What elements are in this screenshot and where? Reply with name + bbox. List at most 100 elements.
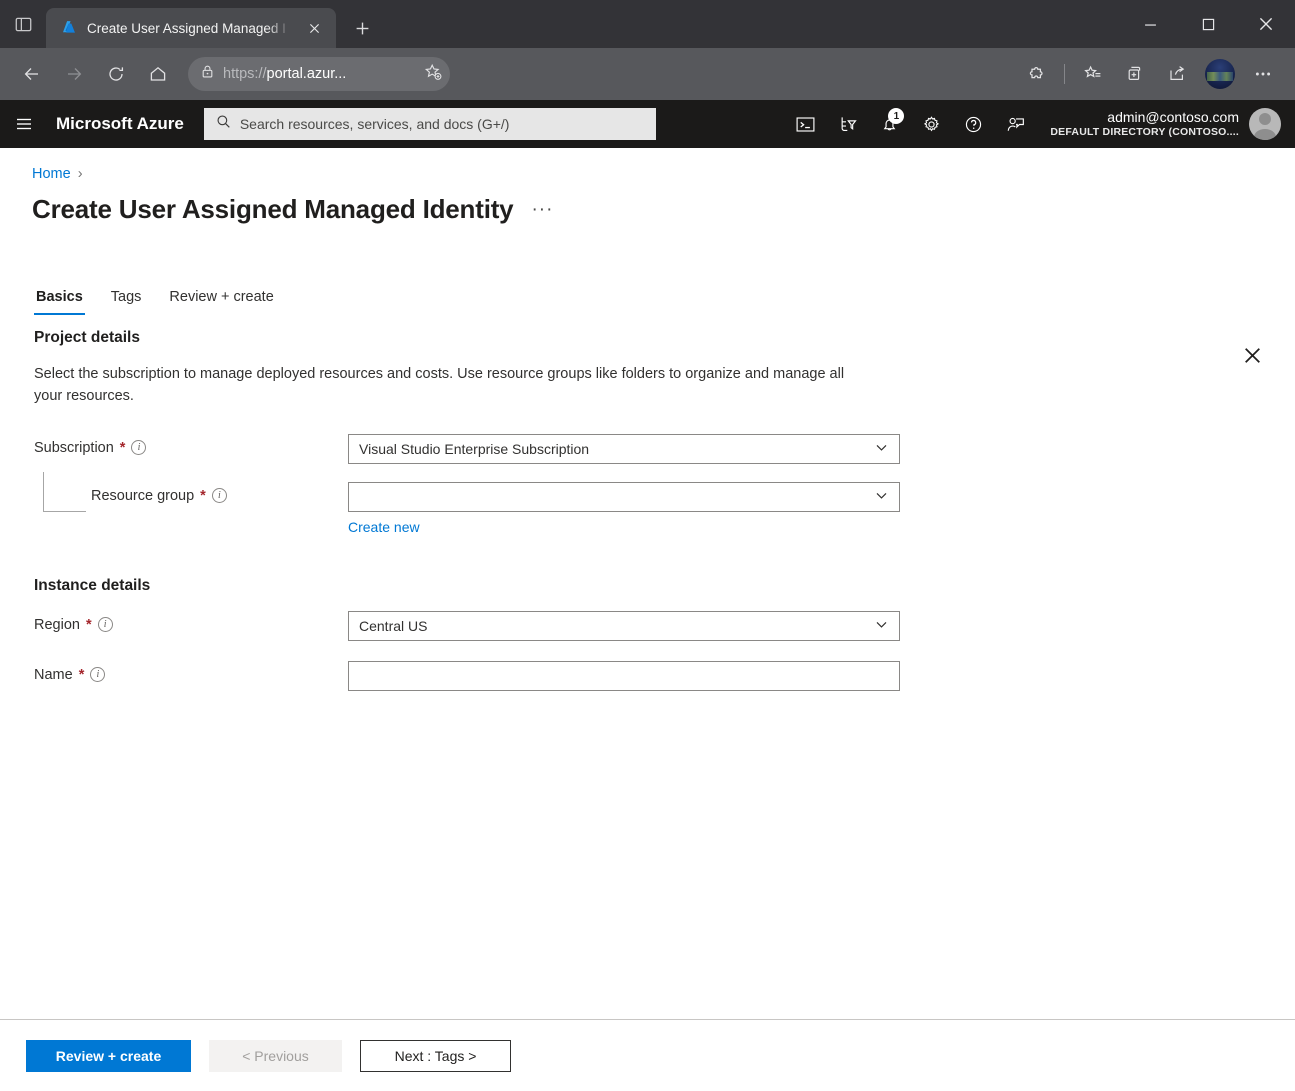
add-favorite-star-icon[interactable]	[424, 63, 442, 86]
region-label: Region * i	[34, 611, 348, 633]
subscription-field-row: Subscription * i Visual Studio Enterpris…	[34, 434, 1295, 464]
browser-tab-active[interactable]: Create User Assigned Managed I	[46, 8, 336, 48]
blade-title-row: Create User Assigned Managed Identity ··…	[0, 182, 1295, 225]
instance-details-heading: Instance details	[34, 577, 1295, 595]
basics-form: Project details Select the subscription …	[0, 315, 1295, 691]
azure-top-header: Microsoft Azure 1	[0, 100, 1295, 148]
subscription-control: Visual Studio Enterprise Subscription	[348, 434, 900, 464]
subscription-label: Subscription * i	[34, 434, 348, 456]
region-label-text: Region	[34, 617, 80, 633]
page-title: Create User Assigned Managed Identity	[32, 194, 513, 225]
feedback-icon[interactable]	[994, 100, 1036, 148]
blade-footer: Review + create < Previous Next : Tags >	[0, 1019, 1295, 1091]
home-icon[interactable]	[138, 56, 178, 92]
required-asterisk: *	[200, 488, 206, 504]
required-asterisk: *	[120, 440, 126, 456]
resource-group-label-text: Resource group	[91, 488, 194, 504]
notifications-bell-icon[interactable]: 1	[868, 100, 910, 148]
tab-tags[interactable]: Tags	[109, 285, 144, 315]
notification-count-badge: 1	[888, 108, 904, 124]
azure-logo-icon	[60, 19, 78, 37]
resource-group-field-row: Resource group * i Create new	[34, 482, 1295, 537]
subscription-select[interactable]: Visual Studio Enterprise Subscription	[348, 434, 900, 464]
profile-avatar-icon[interactable]	[1205, 59, 1235, 89]
directories-subscriptions-icon[interactable]	[826, 100, 868, 148]
azure-brand-label[interactable]: Microsoft Azure	[48, 114, 204, 134]
close-tab-icon[interactable]	[300, 14, 328, 42]
required-asterisk: *	[79, 667, 85, 683]
create-new-resource-group-link[interactable]: Create new	[348, 519, 420, 535]
region-control: Central US	[348, 611, 900, 641]
name-field-row: Name * i	[34, 661, 1295, 691]
close-blade-icon[interactable]	[1235, 338, 1269, 372]
help-question-icon[interactable]	[952, 100, 994, 148]
url-host: portal.azur...	[267, 66, 347, 82]
settings-gear-icon[interactable]	[910, 100, 952, 148]
info-icon[interactable]: i	[212, 488, 227, 503]
account-menu[interactable]: admin@contoso.com DEFAULT DIRECTORY (CON…	[1036, 108, 1287, 140]
tree-connector-line	[43, 472, 86, 512]
maximize-icon[interactable]	[1179, 0, 1237, 48]
refresh-icon[interactable]	[96, 56, 136, 92]
breadcrumb-separator-icon: ›	[78, 166, 83, 182]
chevron-down-icon	[874, 440, 889, 458]
forward-arrow-icon[interactable]	[54, 56, 94, 92]
tab-basics-label: Basics	[36, 289, 83, 305]
close-window-icon[interactable]	[1237, 0, 1295, 48]
info-icon[interactable]: i	[131, 440, 146, 455]
account-directory: DEFAULT DIRECTORY (CONTOSO....	[1050, 126, 1239, 139]
minimize-icon[interactable]	[1121, 0, 1179, 48]
project-details-heading: Project details	[34, 329, 1295, 347]
project-details-description: Select the subscription to manage deploy…	[34, 363, 864, 408]
subscription-label-text: Subscription	[34, 440, 114, 456]
global-search-box[interactable]	[204, 108, 656, 140]
chevron-down-icon	[874, 617, 889, 635]
tab-review-create-label: Review + create	[169, 289, 273, 305]
address-bar[interactable]: https://portal.azur...	[188, 57, 450, 91]
info-icon[interactable]: i	[98, 617, 113, 632]
required-asterisk: *	[86, 617, 92, 633]
info-icon[interactable]: i	[90, 667, 105, 682]
account-text: admin@contoso.com DEFAULT DIRECTORY (CON…	[1050, 109, 1239, 140]
region-value: Central US	[359, 618, 874, 634]
account-email: admin@contoso.com	[1050, 109, 1239, 127]
new-tab-button[interactable]	[348, 14, 376, 42]
url-scheme: https://	[223, 66, 267, 82]
resource-group-select[interactable]	[348, 482, 900, 512]
region-field-row: Region * i Central US	[34, 611, 1295, 641]
window-controls	[1121, 0, 1295, 48]
name-control	[348, 661, 900, 691]
share-icon[interactable]	[1157, 56, 1197, 92]
next-tags-button[interactable]: Next : Tags >	[360, 1040, 511, 1072]
previous-button[interactable]: < Previous	[209, 1040, 342, 1072]
breadcrumb-home-link[interactable]: Home	[32, 166, 71, 182]
back-arrow-icon[interactable]	[12, 56, 52, 92]
lock-icon	[200, 64, 215, 84]
browser-tab-strip: Create User Assigned Managed I	[0, 0, 1295, 48]
name-label-text: Name	[34, 667, 73, 683]
region-select[interactable]: Central US	[348, 611, 900, 641]
review-create-button[interactable]: Review + create	[26, 1040, 191, 1072]
tab-tags-label: Tags	[111, 289, 142, 305]
account-avatar-icon[interactable]	[1249, 108, 1281, 140]
blade-tabs: Basics Tags Review + create	[0, 225, 1295, 315]
chevron-down-icon	[874, 488, 889, 506]
favorites-list-icon[interactable]	[1073, 56, 1113, 92]
browser-tab-title: Create User Assigned Managed I	[87, 21, 291, 36]
address-bar-url: https://portal.azur...	[223, 66, 416, 82]
hamburger-menu-icon[interactable]	[0, 100, 48, 148]
tab-basics[interactable]: Basics	[34, 285, 85, 315]
subscription-value: Visual Studio Enterprise Subscription	[359, 441, 874, 457]
browser-toolbar: https://portal.azur...	[0, 48, 1295, 100]
more-commands-icon[interactable]: ···	[531, 200, 553, 219]
name-input[interactable]	[348, 661, 900, 691]
collections-icon[interactable]	[1115, 56, 1155, 92]
name-label: Name * i	[34, 661, 348, 683]
tab-review-create[interactable]: Review + create	[167, 285, 275, 315]
extensions-puzzle-icon[interactable]	[1016, 56, 1056, 92]
tab-actions-menu-button[interactable]	[0, 0, 46, 48]
cloud-shell-icon[interactable]	[784, 100, 826, 148]
resource-group-control: Create new	[348, 482, 900, 537]
search-input[interactable]	[240, 108, 644, 140]
more-settings-icon[interactable]	[1243, 56, 1283, 92]
